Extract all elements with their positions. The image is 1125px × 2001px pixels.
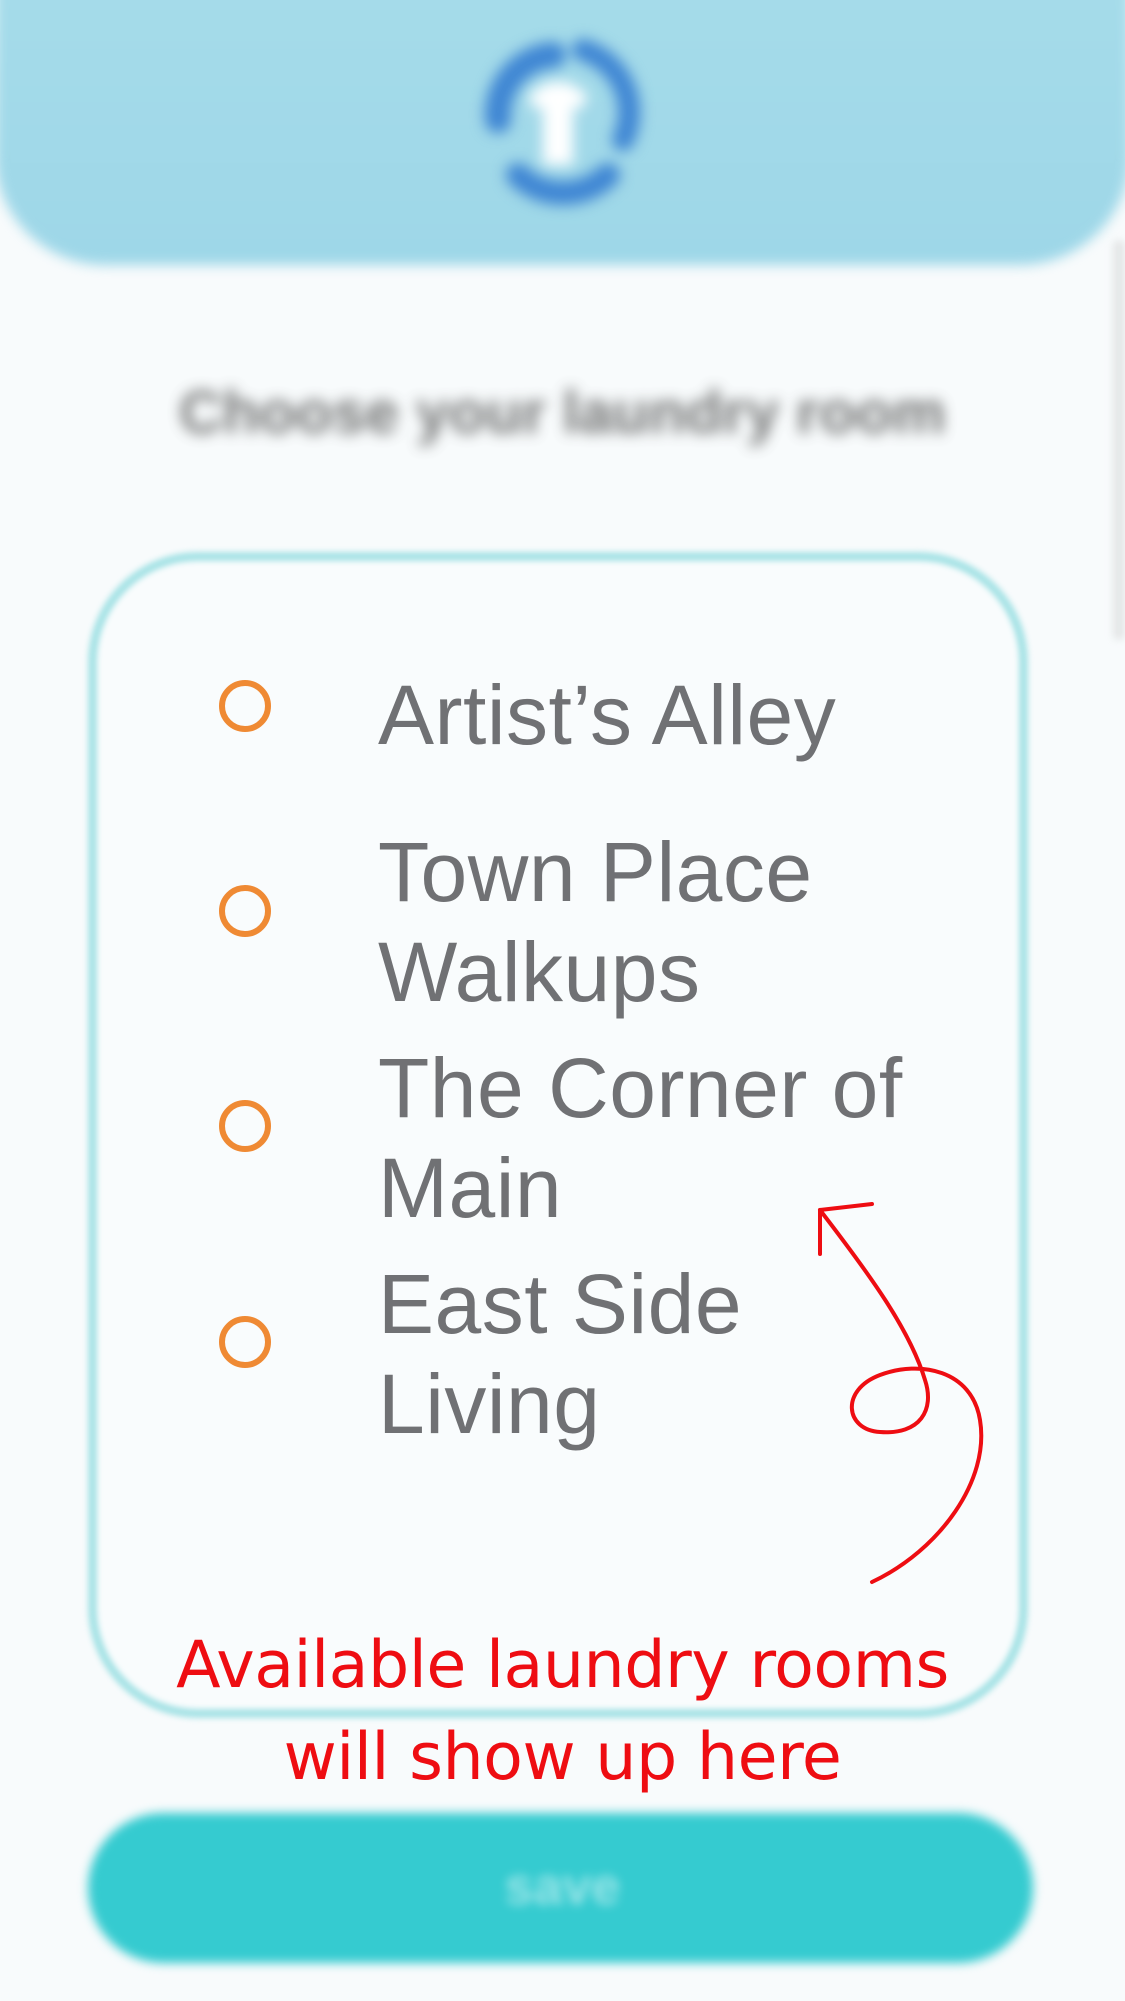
room-label: Town Place Walkups [378,822,938,1022]
laundry-room-screen: Choose your laundry room Artist’s Alley … [0,0,1125,2001]
page-title: Choose your laundry room [179,379,946,446]
annotation-text: Available laundry rooms will show up her… [0,1620,1125,1804]
radio-button[interactable] [219,885,271,937]
annotation-arrow-icon [818,1202,984,1584]
room-option-east-side-living[interactable]: East Side Living [0,0,1125,1451]
radio-button[interactable] [219,1316,271,1368]
room-label-line: The Corner of [378,1041,903,1135]
annotation-line: Available laundry rooms [176,1628,949,1703]
room-label-line: Artist’s Alley [378,668,837,762]
room-label-line: Walkups [378,925,701,1019]
radio-button[interactable] [219,680,271,732]
save-button-label: SAVE [504,1858,621,1916]
room-label: Artist’s Alley [378,665,938,765]
annotation-line: will show up here [283,1720,842,1795]
room-label-line: Town Place [378,825,813,919]
radio-button[interactable] [219,1100,271,1152]
